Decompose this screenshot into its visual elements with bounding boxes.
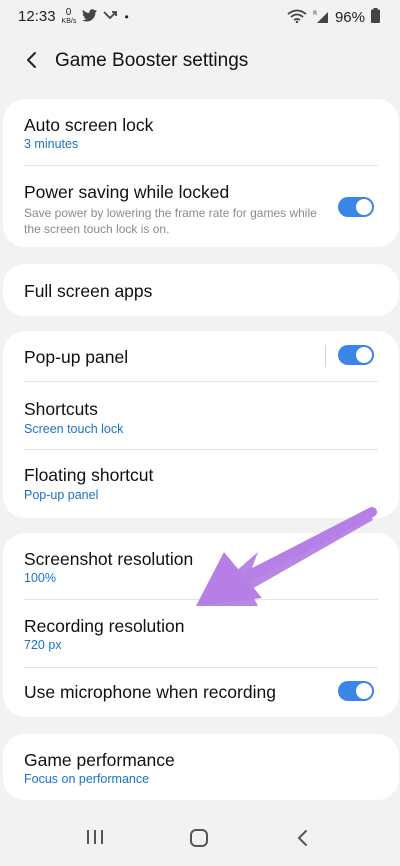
settings-card-panel: Pop-up panel Shortcuts Screen touch lock… xyxy=(3,331,399,518)
wifi-icon xyxy=(287,9,307,26)
status-time: 12:33 xyxy=(18,8,56,25)
missed-call-icon xyxy=(102,9,119,25)
toggle-knob xyxy=(356,347,372,363)
full-screen-apps-row[interactable]: Full screen apps xyxy=(3,264,399,316)
auto-screen-lock-value: 3 minutes xyxy=(24,137,79,151)
toggle-knob xyxy=(356,199,372,215)
game-performance-title: Game performance xyxy=(24,750,175,770)
battery-icon xyxy=(371,8,380,26)
home-button[interactable] xyxy=(189,829,209,852)
screenshot-resolution-value: 100% xyxy=(24,571,56,585)
battery-percent: 96% xyxy=(334,8,365,26)
app-header: Game Booster settings xyxy=(0,34,400,90)
recents-icon xyxy=(87,830,103,844)
power-saving-description: Save power by lowering the frame rate fo… xyxy=(24,206,317,236)
auto-screen-lock-row[interactable]: Auto screen lock 3 minutes xyxy=(3,99,399,165)
toggle-separator xyxy=(325,345,326,367)
settings-card-lock: Auto screen lock 3 minutes Power saving … xyxy=(3,99,399,247)
popup-panel-row[interactable]: Pop-up panel xyxy=(3,331,399,381)
power-saving-title: Power saving while locked xyxy=(24,182,230,202)
back-arrow-icon xyxy=(27,52,36,68)
recents-button[interactable] xyxy=(86,829,104,850)
data-rate-unit: KB/s xyxy=(61,18,77,25)
settings-card-performance: Game performance Focus on performance xyxy=(3,734,399,800)
screenshot-resolution-row[interactable]: Screenshot resolution 100% xyxy=(3,533,399,599)
settings-card-capture: Screenshot resolution 100% Recording res… xyxy=(3,533,399,717)
page-title: Game Booster settings xyxy=(55,50,249,71)
shortcuts-value: Screen touch lock xyxy=(24,422,124,436)
back-button[interactable] xyxy=(20,48,44,72)
floating-shortcut-value: Pop-up panel xyxy=(24,488,99,502)
data-rate-value: 0 xyxy=(65,7,72,18)
game-performance-value: Focus on performance xyxy=(24,772,150,786)
popup-panel-toggle[interactable] xyxy=(338,345,374,365)
svg-text:R: R xyxy=(313,10,317,17)
power-saving-row[interactable]: Power saving while locked Save power by … xyxy=(3,166,399,247)
floating-shortcut-title: Floating shortcut xyxy=(24,465,154,485)
recording-resolution-row[interactable]: Recording resolution 720 px xyxy=(3,600,399,666)
recording-resolution-value: 720 px xyxy=(24,638,62,652)
use-microphone-toggle[interactable] xyxy=(338,681,374,701)
twitter-icon xyxy=(81,8,97,25)
popup-panel-title: Pop-up panel xyxy=(24,347,129,367)
notification-dot: • xyxy=(124,9,129,24)
shortcuts-title: Shortcuts xyxy=(24,399,98,419)
nav-back-button[interactable] xyxy=(295,829,309,852)
screenshot-resolution-title: Screenshot resolution xyxy=(24,549,194,569)
shortcuts-row[interactable]: Shortcuts Screen touch lock xyxy=(3,382,399,448)
system-navigation-bar xyxy=(0,815,400,866)
power-saving-toggle[interactable] xyxy=(338,197,374,217)
use-microphone-title: Use microphone when recording xyxy=(24,682,276,702)
nav-back-icon xyxy=(297,830,307,846)
toggle-knob xyxy=(356,683,372,699)
floating-shortcut-row[interactable]: Floating shortcut Pop-up panel xyxy=(3,450,399,518)
use-microphone-row[interactable]: Use microphone when recording xyxy=(3,668,399,717)
settings-card-full-screen: Full screen apps xyxy=(3,264,399,316)
data-rate-indicator: 0 KB/s xyxy=(61,7,77,26)
status-bar: 12:33 0 KB/s • R 96% xyxy=(0,0,400,34)
signal-icon: R xyxy=(313,9,329,26)
full-screen-apps-title: Full screen apps xyxy=(24,281,153,301)
auto-screen-lock-title: Auto screen lock xyxy=(24,115,154,135)
recording-resolution-title: Recording resolution xyxy=(24,616,185,636)
game-performance-row[interactable]: Game performance Focus on performance xyxy=(3,734,399,800)
home-icon xyxy=(190,829,208,847)
